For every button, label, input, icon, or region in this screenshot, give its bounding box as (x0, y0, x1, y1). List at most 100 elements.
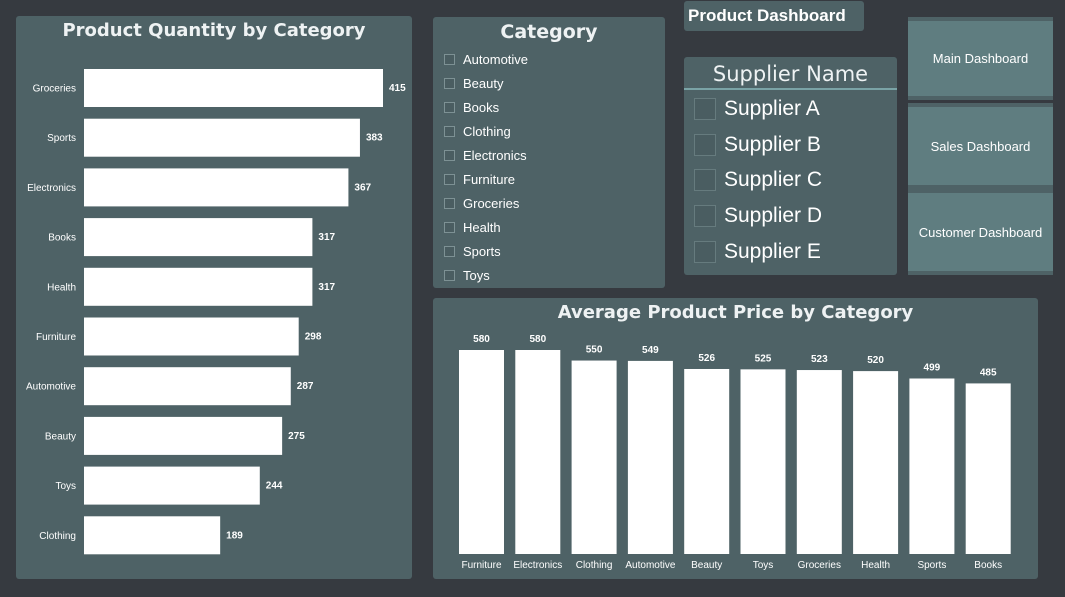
quantity-category-label: Clothing (39, 531, 76, 542)
quantity-value-label: 317 (318, 232, 335, 243)
price-bar[interactable] (684, 368, 730, 554)
price-category-label: Toys (753, 560, 774, 571)
price-bar[interactable] (459, 350, 504, 554)
main-dashboard-button[interactable]: Main Dashboard (908, 17, 1053, 100)
checkbox[interactable] (444, 222, 455, 234)
quantity-bar[interactable] (84, 118, 360, 157)
category-option-label: Groceries (463, 196, 520, 212)
category-option[interactable]: Clothing (444, 119, 528, 143)
price-value-label: 520 (867, 355, 884, 366)
page-title: Product Dashboard (688, 6, 846, 25)
price-bar[interactable] (515, 350, 561, 554)
quantity-value-label: 275 (288, 431, 305, 442)
category-option-label: Clothing (463, 123, 511, 139)
checkbox[interactable] (444, 198, 455, 210)
checkbox[interactable] (444, 246, 455, 258)
quantity-bar[interactable] (84, 416, 283, 455)
price-category-label: Health (861, 560, 890, 571)
quantity-bar[interactable] (84, 218, 313, 257)
category-option-label: Electronics (463, 147, 527, 163)
quantity-bar[interactable] (84, 367, 291, 406)
category-list: Automotive Beauty Books Clothing Electro… (444, 47, 528, 288)
price-category-label: Groceries (798, 560, 841, 571)
category-option[interactable]: Groceries (444, 192, 528, 216)
checkbox[interactable] (694, 241, 716, 264)
supplier-option[interactable]: Supplier C (694, 163, 822, 199)
quantity-category-label: Groceries (33, 84, 76, 95)
price-value-label: 523 (811, 354, 828, 365)
checkbox[interactable] (444, 270, 455, 282)
price-value-label: 550 (586, 345, 603, 356)
checkbox[interactable] (694, 205, 716, 228)
price-bar[interactable] (965, 383, 1011, 554)
quantity-value-label: 287 (297, 381, 314, 392)
price-category-label: Beauty (691, 560, 722, 571)
category-option-label: Beauty (463, 75, 504, 91)
quantity-chart-panel: Product Quantity by Category Groceries 41… (16, 16, 412, 579)
price-bar[interactable] (571, 360, 617, 554)
quantity-value-label: 189 (226, 530, 243, 541)
price-category-label: Automotive (625, 560, 675, 571)
price-category-label: Electronics (513, 560, 562, 571)
sales-dashboard-button[interactable]: Sales Dashboard (908, 103, 1053, 189)
quantity-bar[interactable] (84, 466, 260, 505)
supplier-option-label: Supplier E (724, 240, 821, 264)
price-bar[interactable] (740, 369, 786, 554)
checkbox[interactable] (444, 101, 455, 113)
quantity-category-label: Books (48, 233, 76, 244)
supplier-slicer: Supplier Name Supplier A Supplier B Supp… (684, 57, 897, 275)
quantity-bar-chart: Groceries 415 Sports 383 Electronics 367 Books… (26, 69, 406, 555)
customer-dashboard-button[interactable]: Customer Dashboard (908, 189, 1053, 275)
quantity-bar[interactable] (84, 317, 299, 356)
price-bar[interactable] (796, 370, 842, 554)
price-category-label: Clothing (576, 560, 613, 571)
price-value-label: 580 (529, 334, 546, 345)
supplier-option-label: Supplier D (724, 204, 823, 228)
checkbox[interactable] (444, 125, 455, 137)
category-option[interactable]: Books (444, 95, 528, 119)
category-option[interactable]: Electronics (444, 143, 528, 167)
category-option[interactable]: Health (444, 216, 528, 240)
quantity-value-label: 415 (389, 83, 406, 94)
supplier-option-label: Supplier B (724, 132, 821, 156)
checkbox[interactable] (694, 169, 716, 192)
quantity-bar[interactable] (84, 168, 349, 207)
price-category-label: Books (974, 560, 1002, 571)
price-bar[interactable] (853, 371, 899, 554)
category-option[interactable]: Beauty (444, 71, 528, 95)
supplier-option[interactable]: Supplier A (694, 91, 822, 127)
checkbox[interactable] (444, 149, 455, 161)
price-category-label: Sports (917, 560, 946, 571)
category-option[interactable]: Toys (444, 264, 528, 288)
quantity-bar[interactable] (84, 69, 383, 107)
category-option[interactable]: Automotive (444, 47, 528, 71)
category-option[interactable]: Furniture (444, 167, 528, 191)
category-option-label: Health (463, 220, 501, 236)
quantity-bar[interactable] (84, 516, 221, 555)
supplier-option-label: Supplier A (724, 96, 820, 120)
supplier-option[interactable]: Supplier B (694, 127, 822, 163)
price-category-label: Furniture (461, 560, 501, 571)
quantity-category-label: Health (47, 282, 76, 293)
price-bar-chart: 580 Furniture 580 Electronics 550 Clothing 549… (459, 334, 1011, 571)
supplier-option[interactable]: Supplier D (694, 198, 822, 234)
quantity-bar[interactable] (84, 267, 313, 306)
checkbox[interactable] (694, 97, 716, 120)
price-value-label: 525 (755, 353, 772, 364)
category-option[interactable]: Sports (444, 240, 528, 264)
price-bar[interactable] (627, 360, 673, 554)
quantity-category-label: Furniture (36, 332, 76, 343)
supplier-option[interactable]: Supplier E (694, 234, 822, 270)
checkbox[interactable] (444, 53, 455, 65)
category-option-label: Toys (463, 268, 490, 284)
supplier-option-label: Supplier C (724, 168, 823, 192)
quantity-value-label: 383 (366, 133, 383, 144)
checkbox[interactable] (444, 77, 455, 89)
price-value-label: 549 (642, 345, 659, 356)
checkbox[interactable] (694, 133, 716, 156)
quantity-category-label: Automotive (26, 382, 76, 393)
price-bar[interactable] (909, 378, 955, 554)
category-slicer-title: Category (500, 21, 598, 43)
category-option-label: Furniture (463, 172, 516, 188)
checkbox[interactable] (444, 174, 455, 186)
